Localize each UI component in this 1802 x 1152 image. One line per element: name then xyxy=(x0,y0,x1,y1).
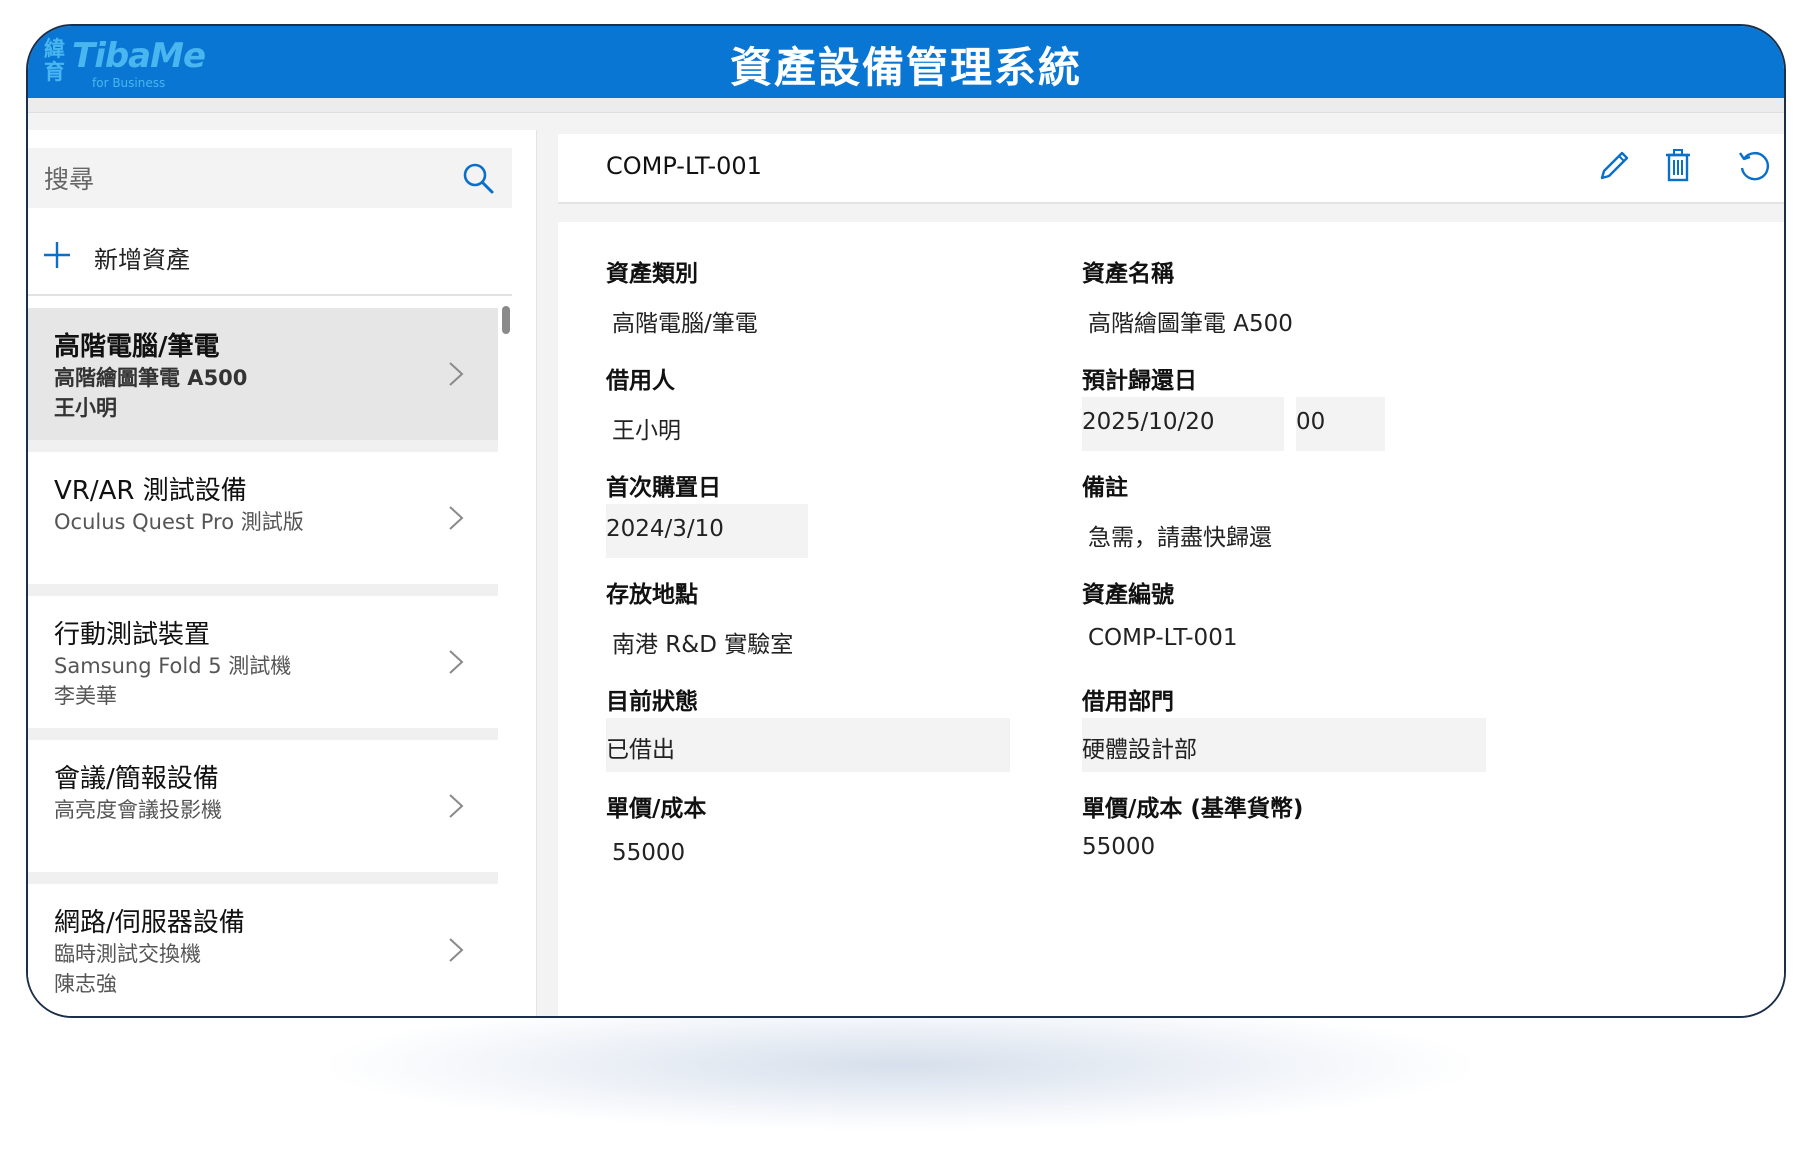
title-subbar xyxy=(28,98,1784,113)
purchase-date-value: 2024/3/10 xyxy=(606,516,724,542)
delete-trash-icon xyxy=(1666,149,1690,182)
list-item[interactable]: 網路/伺服器設備 臨時測試交換機 陳志強 xyxy=(28,884,498,1016)
borrower-label: 借用人 xyxy=(606,368,675,394)
department-select[interactable]: 硬體設計部 xyxy=(1082,718,1486,772)
edit-button[interactable] xyxy=(1594,146,1634,186)
cost-base-label: 單價/成本 (基準貨幣) xyxy=(1082,796,1304,822)
list-item[interactable]: 行動測試裝置 Samsung Fold 5 測試機 李美華 xyxy=(28,596,498,728)
list-item-asset-name: 臨時測試交換機 xyxy=(54,942,201,966)
list-separator xyxy=(28,872,498,884)
status-label: 目前狀態 xyxy=(606,689,698,715)
chevron-right-icon xyxy=(449,794,464,818)
refresh-icon xyxy=(1739,152,1769,181)
list-separator xyxy=(28,584,498,596)
status-select[interactable]: 已借出 xyxy=(606,718,1010,772)
location-value[interactable]: 南港 R&D 實驗室 xyxy=(612,625,793,659)
chevron-right-icon xyxy=(449,362,464,386)
borrower-value[interactable]: 王小明 xyxy=(612,411,681,445)
due-date-value: 2025/10/20 xyxy=(1082,409,1215,435)
list-scrollbar[interactable] xyxy=(502,306,510,334)
list-item-user: 王小明 xyxy=(54,396,117,420)
delete-button[interactable] xyxy=(1658,146,1698,186)
asset-number-label: 資產編號 xyxy=(1082,582,1174,608)
add-asset-button[interactable]: 新增資產 xyxy=(28,230,512,282)
list-item-category: VR/AR 測試設備 xyxy=(54,476,247,506)
list-item-category: 行動測試裝置 xyxy=(54,620,211,650)
due-date-picker[interactable]: 2025/10/20 xyxy=(1082,397,1284,451)
list-item-asset-name: 高階繪圖筆電 A500 xyxy=(54,366,248,390)
department-label: 借用部門 xyxy=(1082,689,1174,715)
purchase-date-label: 首次購置日 xyxy=(606,475,721,501)
asset-number-value[interactable]: COMP-LT-001 xyxy=(1088,625,1237,651)
search-input[interactable] xyxy=(42,156,426,202)
list-item-asset-name: 高亮度會議投影機 xyxy=(54,798,222,822)
list-divider xyxy=(28,294,512,296)
asset-detail-form: 資產類別 高階電腦/筆電 資產名稱 高階繪圖筆電 A500 借用人 王小明 預計… xyxy=(558,222,1784,1016)
frame-shadow xyxy=(330,1000,1470,1130)
list-item[interactable]: 會議/簡報設備 高亮度會議投影機 xyxy=(28,740,498,872)
department-value: 硬體設計部 xyxy=(1082,737,1197,763)
list-separator xyxy=(28,440,498,452)
refresh-button[interactable] xyxy=(1734,146,1774,186)
due-time-select[interactable]: 00 xyxy=(1296,397,1385,451)
edit-pencil-icon xyxy=(1600,151,1629,180)
list-item-category: 網路/伺服器設備 xyxy=(54,908,245,938)
list-item-asset-name: Samsung Fold 5 測試機 xyxy=(54,654,292,678)
app-title: 資產設備管理系統 xyxy=(729,43,1082,92)
category-label: 資產類別 xyxy=(606,261,698,287)
asset-list-pane: 新增資產 高階電腦/筆電 高階繪圖筆電 A500 王小明 VR/AR 測試設備 … xyxy=(28,130,537,1016)
search-box xyxy=(28,148,512,208)
due-date-label: 預計歸還日 xyxy=(1082,368,1197,394)
list-item-user: 陳志強 xyxy=(54,972,117,996)
list-item[interactable]: VR/AR 測試設備 Oculus Quest Pro 測試版 xyxy=(28,452,498,584)
list-item-category: 會議/簡報設備 xyxy=(54,764,219,794)
purchase-date-picker[interactable]: 2024/3/10 xyxy=(606,504,808,558)
chevron-right-icon xyxy=(449,650,464,674)
location-label: 存放地點 xyxy=(606,582,698,608)
category-value[interactable]: 高階電腦/筆電 xyxy=(612,304,758,338)
search-icon xyxy=(463,163,494,194)
plus-icon xyxy=(44,242,70,268)
list-item-asset-name: Oculus Quest Pro 測試版 xyxy=(54,510,304,534)
asset-name-value[interactable]: 高階繪圖筆電 A500 xyxy=(1088,304,1293,338)
due-time-value: 00 xyxy=(1296,409,1326,435)
app-window: 緯育 TibaMe for Business 資產設備管理系統 新增資產 xyxy=(26,24,1786,1018)
asset-name-label: 資產名稱 xyxy=(1082,261,1174,287)
chevron-right-icon xyxy=(449,506,464,530)
list-item-category: 高階電腦/筆電 xyxy=(54,332,220,362)
title-bar: 緯育 TibaMe for Business 資產設備管理系統 xyxy=(28,26,1784,98)
cost-label: 單價/成本 xyxy=(606,796,707,822)
search-button[interactable] xyxy=(460,160,496,196)
record-id: COMP-LT-001 xyxy=(606,152,762,180)
chevron-right-icon xyxy=(449,938,464,962)
cost-value[interactable]: 55000 xyxy=(612,840,685,866)
record-header: COMP-LT-001 xyxy=(558,134,1784,204)
note-label: 備註 xyxy=(1082,475,1128,501)
status-value: 已借出 xyxy=(606,737,675,763)
note-value[interactable]: 急需，請盡快歸還 xyxy=(1088,518,1272,552)
list-separator xyxy=(28,728,498,740)
list-item[interactable]: 高階電腦/筆電 高階繪圖筆電 A500 王小明 xyxy=(28,308,498,440)
cost-base-value: 55000 xyxy=(1082,834,1156,860)
add-asset-label: 新增資產 xyxy=(94,246,190,274)
list-item-user: 李美華 xyxy=(54,684,117,708)
